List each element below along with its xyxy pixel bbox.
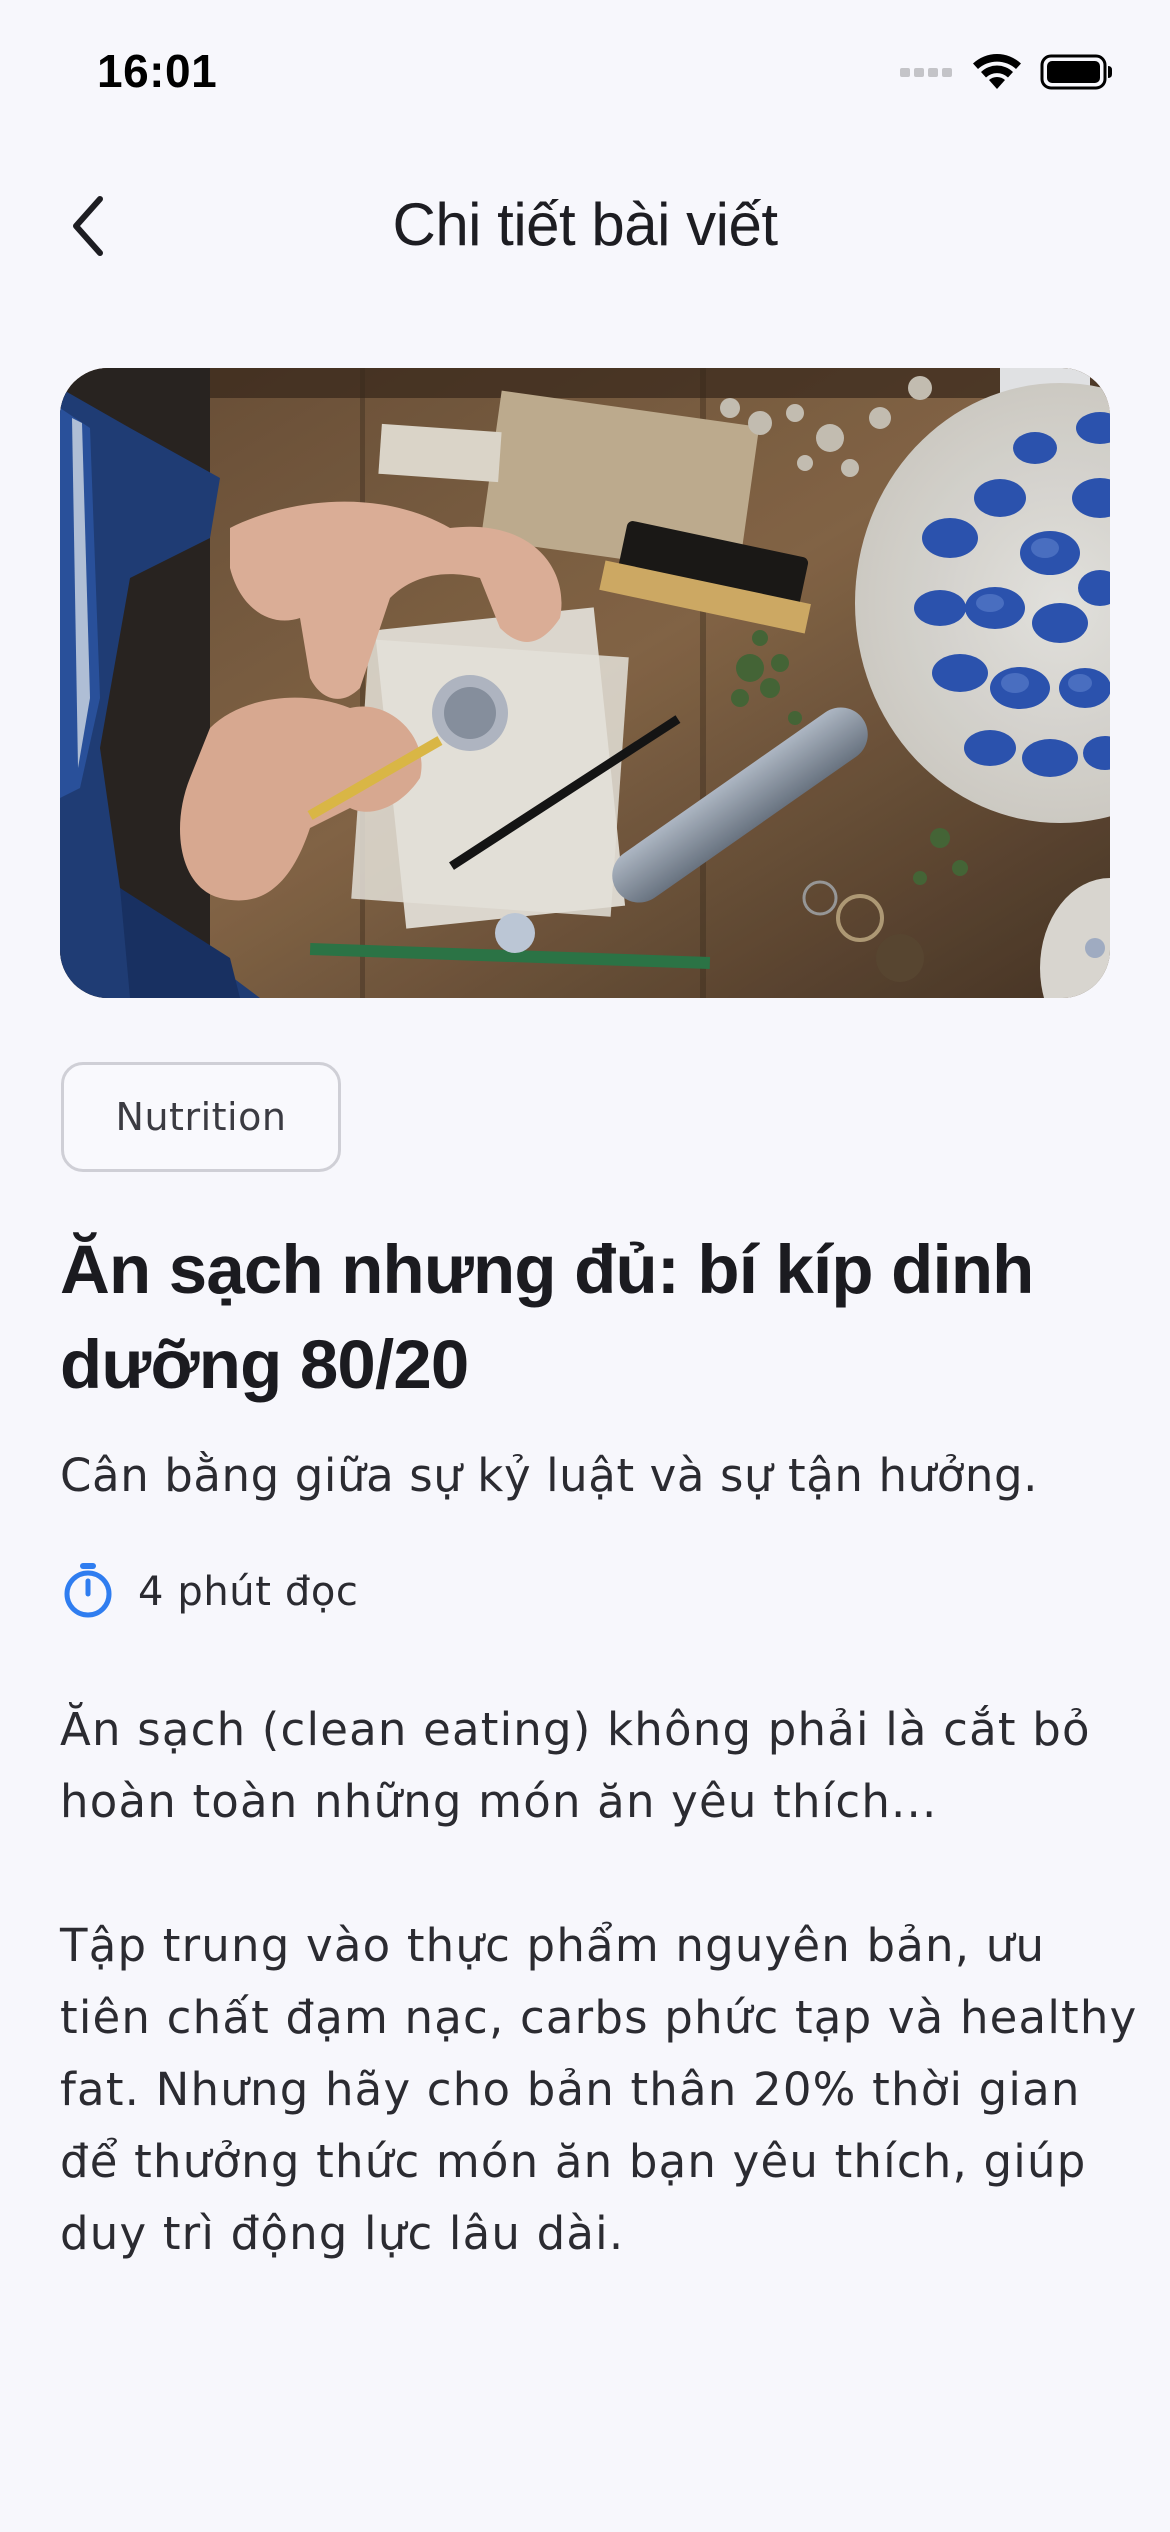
stopwatch-icon	[60, 1561, 116, 1623]
status-time: 16:01	[97, 45, 218, 97]
article-body: Ăn sạch (clean eating) không phải là cắt…	[60, 1694, 1140, 2342]
article-subtitle: Cân bằng giữa sự kỷ luật và sự tận hưởng…	[60, 1449, 1039, 1502]
article-paragraph: Ăn sạch (clean eating) không phải là cắt…	[60, 1703, 1091, 1828]
article-hero-image	[60, 368, 1110, 998]
read-time-label: 4 phút đọc	[138, 1569, 359, 1615]
cellular-signal-icon	[900, 64, 954, 80]
article-title: Ăn sạch nhưng đủ: bí kíp dinh dưỡng 80/2…	[60, 1231, 1034, 1403]
battery-icon	[1040, 54, 1114, 90]
article-paragraph: Tập trung vào thực phẩm nguyên bản, ưu t…	[60, 1919, 1138, 2260]
category-tag[interactable]: Nutrition	[61, 1062, 341, 1172]
page-title: Chi tiết bài viết	[392, 191, 778, 258]
read-time: 4 phút đọc	[60, 1562, 359, 1622]
navigation-bar: Chi tiết bài viết	[0, 170, 1170, 280]
wifi-icon	[972, 53, 1022, 91]
status-bar: 16:01	[0, 0, 1170, 150]
status-icons	[900, 52, 1114, 92]
